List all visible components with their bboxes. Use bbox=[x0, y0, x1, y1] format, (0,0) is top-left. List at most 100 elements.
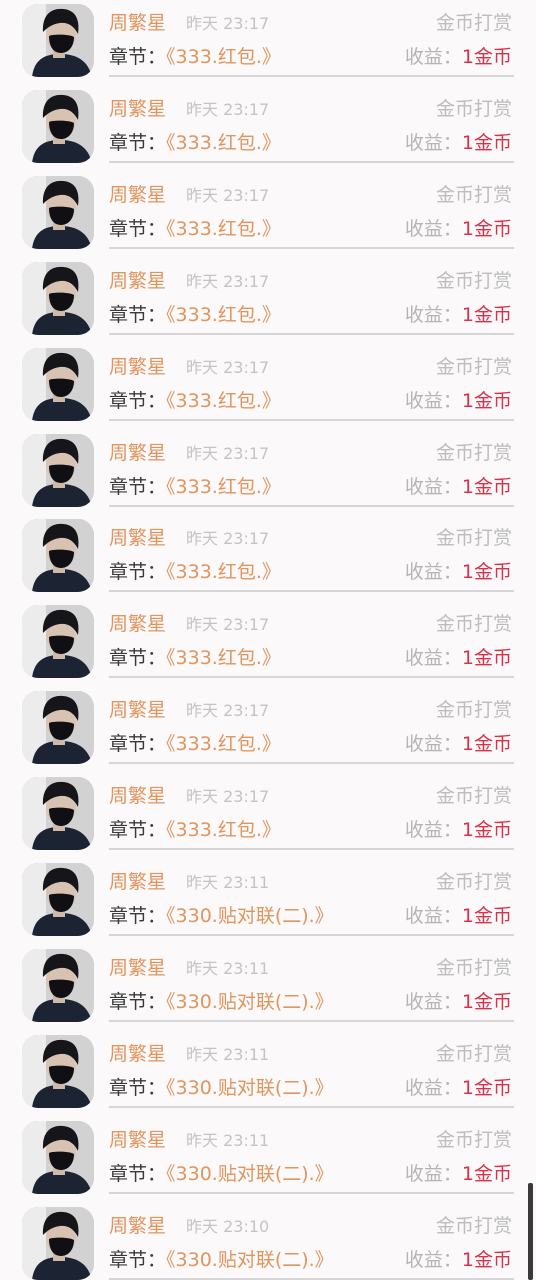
chapter-info: 章节：《333.红包.》 bbox=[109, 44, 281, 70]
avatar-icon[interactable] bbox=[22, 1035, 94, 1108]
avatar-icon[interactable] bbox=[22, 1207, 94, 1280]
user-name[interactable]: 周繁星 bbox=[109, 1128, 166, 1152]
chapter-title[interactable]: 《330.贴对联(二).》 bbox=[166, 1163, 334, 1185]
reward-time: 昨天 23:17 bbox=[186, 100, 270, 119]
avatar-icon[interactable] bbox=[22, 1121, 94, 1194]
chapter-info: 章节：《330.贴对联(二).》 bbox=[109, 1161, 334, 1187]
avatar-icon[interactable] bbox=[22, 434, 94, 507]
user-name[interactable]: 周繁星 bbox=[109, 1214, 166, 1238]
chapter-title[interactable]: 《333.红包.》 bbox=[166, 218, 281, 240]
divider bbox=[109, 333, 514, 335]
reward-type: 金币打赏 bbox=[435, 527, 512, 549]
reward-row[interactable]: 周繁星 昨天 23:11 金币打赏 章节：《330.贴对联(二).》 收益：1金… bbox=[0, 945, 536, 1031]
divider bbox=[109, 590, 514, 592]
chapter-info: 章节：《330.贴对联(二).》 bbox=[109, 1247, 334, 1273]
reward-row[interactable]: 周繁星 昨天 23:11 金币打赏 章节：《330.贴对联(二).》 收益：1金… bbox=[0, 1117, 536, 1203]
user-name[interactable]: 周繁星 bbox=[109, 612, 166, 636]
reward-time: 昨天 23:17 bbox=[186, 615, 270, 634]
chapter-title[interactable]: 《333.红包.》 bbox=[166, 46, 281, 68]
reward-row[interactable]: 周繁星 昨天 23:10 金币打赏 章节：《330.贴对联(二).》 收益：1金… bbox=[0, 1203, 536, 1280]
user-name[interactable]: 周繁星 bbox=[109, 870, 166, 894]
avatar-icon[interactable] bbox=[22, 90, 94, 163]
divider bbox=[109, 75, 514, 77]
chapter-title[interactable]: 《333.红包.》 bbox=[166, 132, 281, 154]
reward-type: 金币打赏 bbox=[435, 98, 512, 120]
chapter-info: 章节：《330.贴对联(二).》 bbox=[109, 989, 334, 1015]
user-name[interactable]: 周繁星 bbox=[109, 269, 166, 293]
avatar-icon[interactable] bbox=[22, 863, 94, 936]
income-value: 1金币 bbox=[461, 905, 512, 927]
reward-row[interactable]: 周繁星 昨天 23:17 金币打赏 章节：《333.红包.》 收益：1金币 bbox=[0, 86, 536, 172]
user-name[interactable]: 周繁星 bbox=[109, 526, 166, 550]
income-info: 收益：1金币 bbox=[405, 1075, 512, 1101]
income-label: 收益： bbox=[404, 1163, 462, 1185]
chapter-title[interactable]: 《333.红包.》 bbox=[166, 476, 281, 498]
chapter-info: 章节：《333.红包.》 bbox=[109, 130, 281, 156]
income-info: 收益：1金币 bbox=[405, 559, 512, 585]
user-name[interactable]: 周繁星 bbox=[109, 97, 166, 121]
chapter-title[interactable]: 《333.红包.》 bbox=[166, 647, 281, 669]
user-name[interactable]: 周繁星 bbox=[109, 784, 166, 808]
reward-type: 金币打赏 bbox=[435, 871, 512, 893]
income-value: 1金币 bbox=[461, 218, 512, 240]
user-name[interactable]: 周繁星 bbox=[109, 698, 166, 722]
reward-row[interactable]: 周繁星 昨天 23:17 金币打赏 章节：《333.红包.》 收益：1金币 bbox=[0, 687, 536, 773]
avatar-icon[interactable] bbox=[22, 348, 94, 421]
divider bbox=[109, 676, 514, 678]
reward-row[interactable]: 周繁星 昨天 23:17 金币打赏 章节：《333.红包.》 收益：1金币 bbox=[0, 258, 536, 344]
avatar-icon[interactable] bbox=[22, 519, 94, 592]
user-name[interactable]: 周繁星 bbox=[109, 11, 166, 35]
chapter-label: 章节： bbox=[109, 905, 167, 927]
avatar-icon[interactable] bbox=[22, 4, 94, 77]
avatar-icon[interactable] bbox=[22, 949, 94, 1022]
user-name[interactable]: 周繁星 bbox=[109, 355, 166, 379]
income-value: 1金币 bbox=[461, 132, 512, 154]
reward-time: 昨天 23:17 bbox=[186, 272, 270, 291]
reward-row[interactable]: 周繁星 昨天 23:17 金币打赏 章节：《333.红包.》 收益：1金币 bbox=[0, 515, 536, 601]
avatar-icon[interactable] bbox=[22, 262, 94, 335]
reward-row[interactable]: 周繁星 昨天 23:17 金币打赏 章节：《333.红包.》 收益：1金币 bbox=[0, 601, 536, 687]
reward-time: 昨天 23:11 bbox=[186, 1045, 270, 1064]
divider bbox=[109, 848, 514, 850]
avatar-icon[interactable] bbox=[22, 777, 94, 850]
reward-type: 金币打赏 bbox=[435, 957, 512, 979]
chapter-title[interactable]: 《330.贴对联(二).》 bbox=[166, 905, 334, 927]
reward-row[interactable]: 周繁星 昨天 23:17 金币打赏 章节：《333.红包.》 收益：1金币 bbox=[0, 0, 536, 86]
chapter-label: 章节： bbox=[109, 1163, 167, 1185]
user-name[interactable]: 周繁星 bbox=[109, 183, 166, 207]
income-info: 收益：1金币 bbox=[405, 44, 512, 70]
chapter-info: 章节：《333.红包.》 bbox=[109, 731, 281, 757]
chapter-title[interactable]: 《333.红包.》 bbox=[166, 733, 281, 755]
divider bbox=[109, 1192, 514, 1194]
chapter-info: 章节：《333.红包.》 bbox=[109, 388, 281, 414]
divider bbox=[109, 247, 514, 249]
chapter-title[interactable]: 《330.贴对联(二).》 bbox=[166, 1249, 334, 1271]
chapter-title[interactable]: 《333.红包.》 bbox=[166, 819, 281, 841]
reward-type: 金币打赏 bbox=[435, 785, 512, 807]
reward-row[interactable]: 周繁星 昨天 23:17 金币打赏 章节：《333.红包.》 收益：1金币 bbox=[0, 773, 536, 859]
reward-row[interactable]: 周繁星 昨天 23:17 金币打赏 章节：《333.红包.》 收益：1金币 bbox=[0, 430, 536, 516]
avatar-icon[interactable] bbox=[22, 605, 94, 678]
chapter-label: 章节： bbox=[109, 1249, 167, 1271]
user-name[interactable]: 周繁星 bbox=[109, 441, 166, 465]
scrollbar[interactable] bbox=[528, 1183, 533, 1280]
chapter-title[interactable]: 《333.红包.》 bbox=[166, 304, 281, 326]
reward-row[interactable]: 周繁星 昨天 23:11 金币打赏 章节：《330.贴对联(二).》 收益：1金… bbox=[0, 859, 536, 945]
user-name[interactable]: 周繁星 bbox=[109, 1042, 166, 1066]
income-label: 收益： bbox=[404, 733, 462, 755]
chapter-title[interactable]: 《330.贴对联(二).》 bbox=[166, 1077, 334, 1099]
chapter-title[interactable]: 《333.红包.》 bbox=[166, 390, 281, 412]
reward-row[interactable]: 周繁星 昨天 23:11 金币打赏 章节：《330.贴对联(二).》 收益：1金… bbox=[0, 1031, 536, 1117]
income-value: 1金币 bbox=[461, 1249, 512, 1271]
avatar-icon[interactable] bbox=[22, 176, 94, 249]
chapter-title[interactable]: 《333.红包.》 bbox=[166, 561, 281, 583]
reward-time: 昨天 23:17 bbox=[186, 14, 270, 33]
divider bbox=[109, 934, 514, 936]
avatar-icon[interactable] bbox=[22, 691, 94, 764]
user-name[interactable]: 周繁星 bbox=[109, 956, 166, 980]
reward-row[interactable]: 周繁星 昨天 23:17 金币打赏 章节：《333.红包.》 收益：1金币 bbox=[0, 344, 536, 430]
reward-type: 金币打赏 bbox=[435, 1129, 512, 1151]
income-info: 收益：1金币 bbox=[405, 474, 512, 500]
reward-row[interactable]: 周繁星 昨天 23:17 金币打赏 章节：《333.红包.》 收益：1金币 bbox=[0, 172, 536, 258]
chapter-title[interactable]: 《330.贴对联(二).》 bbox=[166, 991, 334, 1013]
